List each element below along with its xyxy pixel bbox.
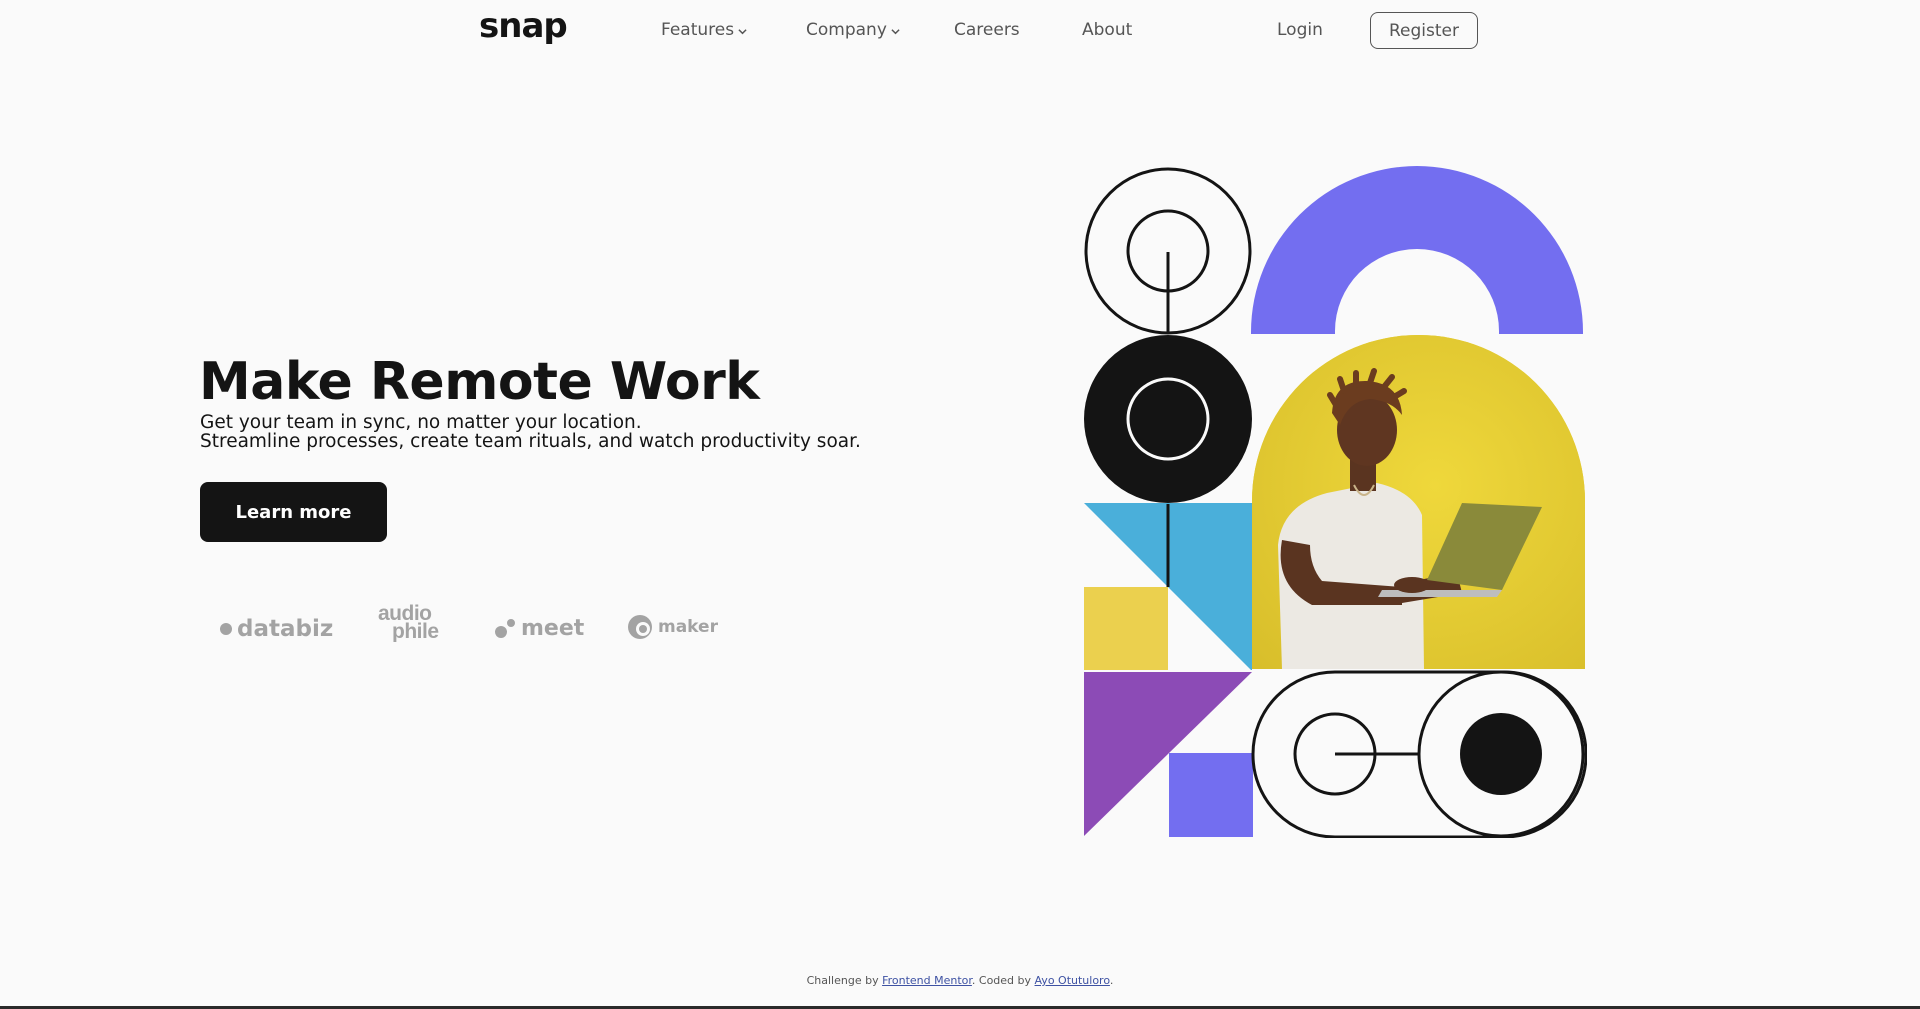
purple-arch-shape: [1251, 166, 1583, 334]
ring-target-top: [1084, 167, 1252, 335]
pill-toggle-shape: [1251, 670, 1587, 838]
blue-triangle-block: [1084, 503, 1252, 671]
client-logo-meet: meet: [494, 616, 584, 641]
footer-prefix: Challenge by: [806, 974, 879, 987]
meet-dots-icon: [495, 618, 515, 638]
databiz-dot-icon: [220, 623, 232, 635]
footer-mid: . Coded by: [971, 974, 1032, 987]
hero-description-line1: Get your team in sync, no matter your lo…: [200, 412, 642, 433]
client-logo-databiz: databiz: [220, 616, 333, 642]
nav-features[interactable]: Features: [661, 20, 747, 40]
hero-description-line2: Streamline processes, create team ritual…: [200, 431, 861, 452]
hero-title: Make Remote Work: [199, 352, 760, 412]
chevron-down-icon: [738, 28, 747, 34]
client-name-maker: maker: [658, 617, 718, 637]
nav-company-label: Company: [806, 20, 887, 40]
nav-careers[interactable]: Careers: [954, 20, 1020, 40]
learn-more-button[interactable]: Learn more: [200, 482, 387, 542]
footer-suffix: .: [1109, 974, 1114, 987]
frontend-mentor-link[interactable]: Frontend Mentor: [882, 974, 972, 987]
nav-features-label: Features: [661, 20, 735, 40]
hero-photo: [1252, 335, 1585, 669]
register-button[interactable]: Register: [1370, 12, 1478, 49]
client-logo-audiophile: audio phile: [378, 602, 458, 642]
nav-careers-label: Careers: [954, 20, 1020, 40]
hero-description: Get your team in sync, no matter your lo…: [200, 413, 920, 451]
nav-company[interactable]: Company: [806, 20, 900, 40]
login-label: Login: [1277, 20, 1323, 40]
client-logo-maker: maker: [627, 614, 718, 640]
maker-circle-icon: [628, 615, 652, 639]
black-circle-shape: [1084, 335, 1252, 503]
nav-about[interactable]: About: [1082, 20, 1132, 40]
author-link[interactable]: Ayo Otutuloro: [1035, 974, 1110, 987]
attribution-footer: Challenge by Frontend Mentor. Coded by A…: [0, 974, 1920, 987]
logo[interactable]: snap: [479, 6, 568, 46]
purple-square-shape: [1169, 753, 1253, 837]
svg-text:phile: phile: [392, 620, 439, 642]
login-link[interactable]: Login: [1277, 20, 1323, 40]
chevron-down-icon: [891, 28, 900, 34]
audiophile-wordmark-icon: audio phile: [378, 602, 439, 642]
person-with-laptop-image: [1252, 335, 1585, 669]
nav-about-label: About: [1082, 20, 1133, 40]
client-name-databiz: databiz: [237, 616, 334, 642]
client-name-meet: meet: [521, 616, 585, 641]
